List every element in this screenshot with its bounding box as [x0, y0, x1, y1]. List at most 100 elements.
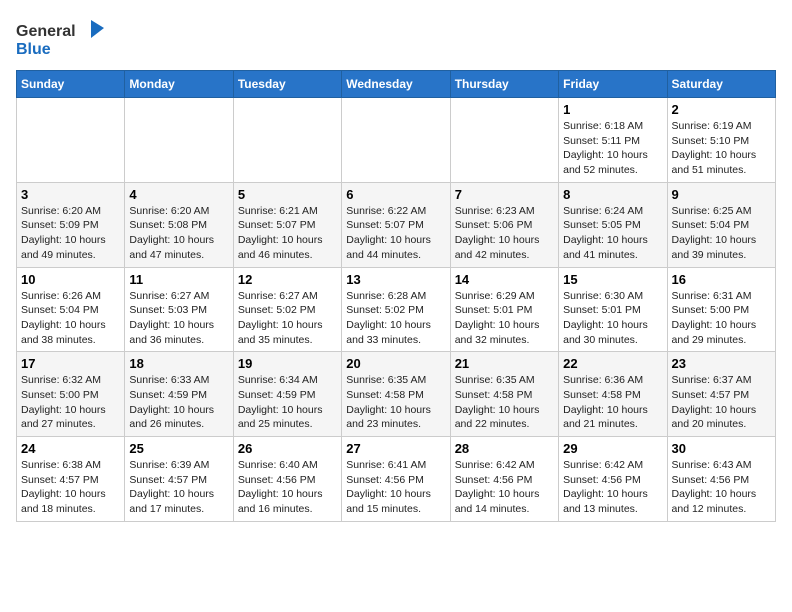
- calendar-cell: 7 Sunrise: 6:23 AMSunset: 5:06 PMDaylight…: [450, 182, 558, 267]
- day-number: 5: [238, 187, 337, 202]
- day-number: 18: [129, 356, 228, 371]
- calendar-cell: [450, 98, 558, 183]
- day-number: 3: [21, 187, 120, 202]
- calendar-cell: 21 Sunrise: 6:35 AMSunset: 4:58 PMDayligh…: [450, 352, 558, 437]
- calendar-cell: 25Sunrise: 6:39 AMSunset: 4:57 PMDayligh…: [125, 437, 233, 522]
- day-number: 10: [21, 272, 120, 287]
- day-info: Sunrise: 6:35 AMSunset: 4:58 PMDaylight:…: [455, 373, 554, 432]
- day-info: Sunrise: 6:26 AMSunset: 5:04 PMDaylight:…: [21, 289, 120, 348]
- calendar-cell: 6 Sunrise: 6:22 AMSunset: 5:07 PMDaylight…: [342, 182, 450, 267]
- calendar-table: SundayMondayTuesdayWednesdayThursdayFrid…: [16, 70, 776, 522]
- logo-svg: GeneralBlue: [16, 16, 106, 60]
- day-info: Sunrise: 6:41 AMSunset: 4:56 PMDaylight:…: [346, 458, 445, 517]
- calendar-header-row: SundayMondayTuesdayWednesdayThursdayFrid…: [17, 71, 776, 98]
- calendar-cell: 13 Sunrise: 6:28 AMSunset: 5:02 PMDayligh…: [342, 267, 450, 352]
- calendar-cell: 14 Sunrise: 6:29 AMSunset: 5:01 PMDayligh…: [450, 267, 558, 352]
- day-number: 6: [346, 187, 445, 202]
- day-info: Sunrise: 6:22 AMSunset: 5:07 PMDaylight:…: [346, 204, 445, 263]
- day-number: 26: [238, 441, 337, 456]
- day-number: 7: [455, 187, 554, 202]
- calendar-cell: 17 Sunrise: 6:32 AMSunset: 5:00 PMDayligh…: [17, 352, 125, 437]
- page-header: GeneralBlue: [16, 16, 776, 60]
- day-number: 14: [455, 272, 554, 287]
- calendar-cell: 5 Sunrise: 6:21 AMSunset: 5:07 PMDaylight…: [233, 182, 341, 267]
- column-header-monday: Monday: [125, 71, 233, 98]
- calendar-cell: [125, 98, 233, 183]
- calendar-cell: 26Sunrise: 6:40 AMSunset: 4:56 PMDayligh…: [233, 437, 341, 522]
- day-number: 8: [563, 187, 662, 202]
- day-number: 9: [672, 187, 771, 202]
- calendar-cell: [233, 98, 341, 183]
- calendar-cell: 12 Sunrise: 6:27 AMSunset: 5:02 PMDayligh…: [233, 267, 341, 352]
- calendar-cell: 23Sunrise: 6:37 AMSunset: 4:57 PMDayligh…: [667, 352, 775, 437]
- day-info: Sunrise: 6:32 AMSunset: 5:00 PMDaylight:…: [21, 373, 120, 432]
- calendar-week-row: 1 Sunrise: 6:18 AMSunset: 5:11 PMDaylight…: [17, 98, 776, 183]
- day-number: 21: [455, 356, 554, 371]
- column-header-friday: Friday: [559, 71, 667, 98]
- day-info: Sunrise: 6:28 AMSunset: 5:02 PMDaylight:…: [346, 289, 445, 348]
- calendar-cell: 16 Sunrise: 6:31 AMSunset: 5:00 PMDayligh…: [667, 267, 775, 352]
- day-info: Sunrise: 6:33 AMSunset: 4:59 PMDaylight:…: [129, 373, 228, 432]
- day-info: Sunrise: 6:30 AMSunset: 5:01 PMDaylight:…: [563, 289, 662, 348]
- calendar-week-row: 3 Sunrise: 6:20 AMSunset: 5:09 PMDaylight…: [17, 182, 776, 267]
- day-info: Sunrise: 6:21 AMSunset: 5:07 PMDaylight:…: [238, 204, 337, 263]
- calendar-cell: 4 Sunrise: 6:20 AMSunset: 5:08 PMDaylight…: [125, 182, 233, 267]
- day-number: 28: [455, 441, 554, 456]
- day-number: 19: [238, 356, 337, 371]
- day-info: Sunrise: 6:34 AMSunset: 4:59 PMDaylight:…: [238, 373, 337, 432]
- day-number: 2: [672, 102, 771, 117]
- calendar-cell: 27 Sunrise: 6:41 AMSunset: 4:56 PMDayligh…: [342, 437, 450, 522]
- calendar-cell: 9 Sunrise: 6:25 AMSunset: 5:04 PMDaylight…: [667, 182, 775, 267]
- day-info: Sunrise: 6:23 AMSunset: 5:06 PMDaylight:…: [455, 204, 554, 263]
- calendar-cell: 3 Sunrise: 6:20 AMSunset: 5:09 PMDaylight…: [17, 182, 125, 267]
- day-info: Sunrise: 6:24 AMSunset: 5:05 PMDaylight:…: [563, 204, 662, 263]
- day-number: 15: [563, 272, 662, 287]
- logo: GeneralBlue: [16, 16, 106, 60]
- day-info: Sunrise: 6:27 AMSunset: 5:02 PMDaylight:…: [238, 289, 337, 348]
- day-info: Sunrise: 6:20 AMSunset: 5:09 PMDaylight:…: [21, 204, 120, 263]
- day-info: Sunrise: 6:42 AMSunset: 4:56 PMDaylight:…: [563, 458, 662, 517]
- calendar-cell: 19 Sunrise: 6:34 AMSunset: 4:59 PMDayligh…: [233, 352, 341, 437]
- day-number: 24: [21, 441, 120, 456]
- day-info: Sunrise: 6:38 AMSunset: 4:57 PMDaylight:…: [21, 458, 120, 517]
- svg-text:General: General: [16, 23, 76, 40]
- day-number: 4: [129, 187, 228, 202]
- day-number: 25: [129, 441, 228, 456]
- day-info: Sunrise: 6:29 AMSunset: 5:01 PMDaylight:…: [455, 289, 554, 348]
- day-number: 20: [346, 356, 445, 371]
- day-number: 17: [21, 356, 120, 371]
- calendar-week-row: 17 Sunrise: 6:32 AMSunset: 5:00 PMDayligh…: [17, 352, 776, 437]
- day-info: Sunrise: 6:20 AMSunset: 5:08 PMDaylight:…: [129, 204, 228, 263]
- day-info: Sunrise: 6:19 AMSunset: 5:10 PMDaylight:…: [672, 119, 771, 178]
- column-header-tuesday: Tuesday: [233, 71, 341, 98]
- day-info: Sunrise: 6:31 AMSunset: 5:00 PMDaylight:…: [672, 289, 771, 348]
- calendar-cell: 18 Sunrise: 6:33 AMSunset: 4:59 PMDayligh…: [125, 352, 233, 437]
- column-header-wednesday: Wednesday: [342, 71, 450, 98]
- day-number: 13: [346, 272, 445, 287]
- day-number: 1: [563, 102, 662, 117]
- day-number: 11: [129, 272, 228, 287]
- day-number: 29: [563, 441, 662, 456]
- calendar-cell: 1 Sunrise: 6:18 AMSunset: 5:11 PMDaylight…: [559, 98, 667, 183]
- day-info: Sunrise: 6:25 AMSunset: 5:04 PMDaylight:…: [672, 204, 771, 263]
- calendar-cell: 24 Sunrise: 6:38 AMSunset: 4:57 PMDayligh…: [17, 437, 125, 522]
- column-header-thursday: Thursday: [450, 71, 558, 98]
- calendar-cell: [342, 98, 450, 183]
- calendar-cell: 28Sunrise: 6:42 AMSunset: 4:56 PMDayligh…: [450, 437, 558, 522]
- calendar-cell: 11Sunrise: 6:27 AMSunset: 5:03 PMDayligh…: [125, 267, 233, 352]
- day-info: Sunrise: 6:37 AMSunset: 4:57 PMDaylight:…: [672, 373, 771, 432]
- column-header-sunday: Sunday: [17, 71, 125, 98]
- column-header-saturday: Saturday: [667, 71, 775, 98]
- day-info: Sunrise: 6:35 AMSunset: 4:58 PMDaylight:…: [346, 373, 445, 432]
- day-number: 12: [238, 272, 337, 287]
- day-number: 27: [346, 441, 445, 456]
- day-number: 16: [672, 272, 771, 287]
- day-info: Sunrise: 6:36 AMSunset: 4:58 PMDaylight:…: [563, 373, 662, 432]
- day-number: 22: [563, 356, 662, 371]
- calendar-week-row: 10 Sunrise: 6:26 AMSunset: 5:04 PMDayligh…: [17, 267, 776, 352]
- calendar-cell: 22 Sunrise: 6:36 AMSunset: 4:58 PMDayligh…: [559, 352, 667, 437]
- calendar-cell: 2 Sunrise: 6:19 AMSunset: 5:10 PMDaylight…: [667, 98, 775, 183]
- svg-text:Blue: Blue: [16, 41, 51, 58]
- day-info: Sunrise: 6:18 AMSunset: 5:11 PMDaylight:…: [563, 119, 662, 178]
- calendar-cell: 10 Sunrise: 6:26 AMSunset: 5:04 PMDayligh…: [17, 267, 125, 352]
